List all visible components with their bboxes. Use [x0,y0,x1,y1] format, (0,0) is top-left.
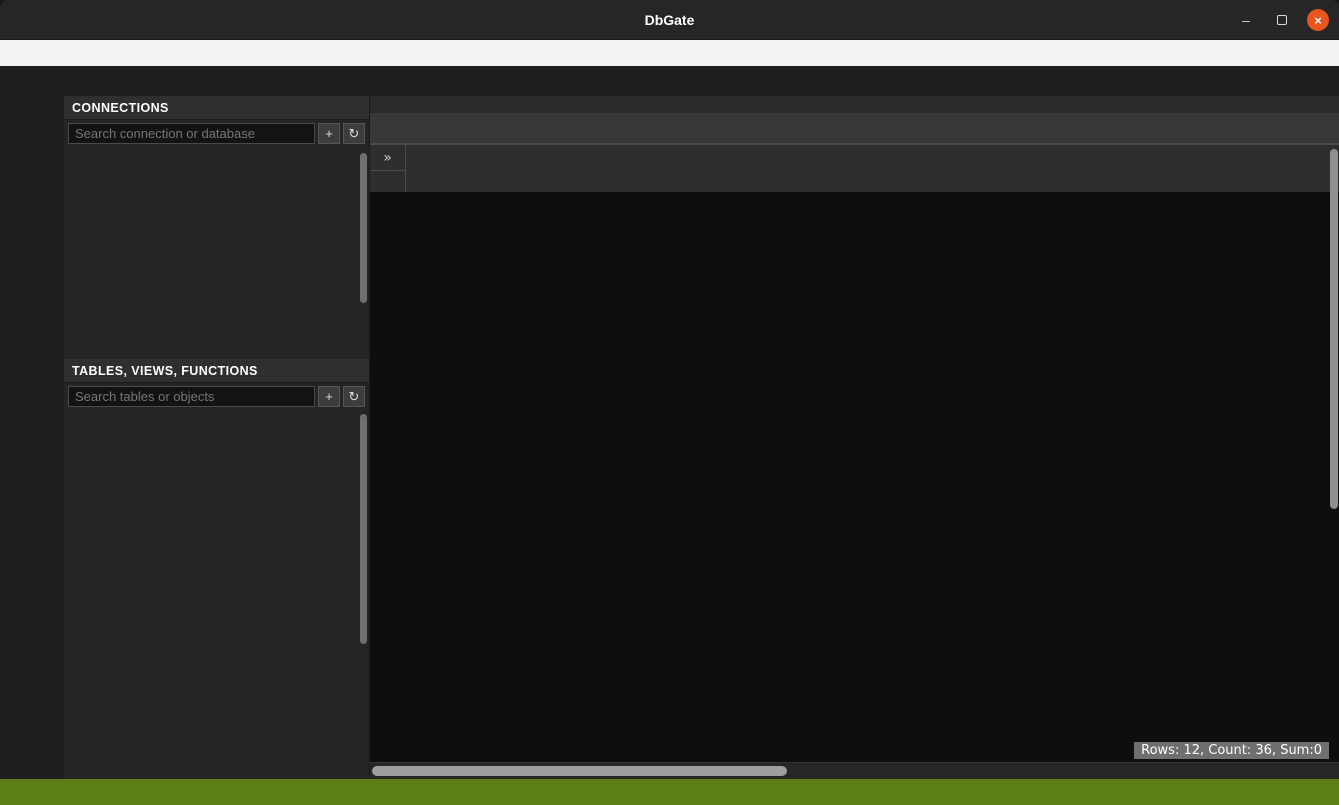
tables-list [64,410,369,779]
data-grid: » Rows: 12, Count: 36, Sum:0 [370,143,1339,779]
grid-corner-button[interactable]: » [370,145,406,171]
vertical-scrollbar[interactable] [1330,149,1338,509]
table-tab-strip [370,113,1339,143]
database-tab-strip [370,96,1339,113]
window-title: DbGate [645,12,695,28]
horizontal-scrollbar[interactable] [370,762,1339,779]
add-table-small-button[interactable]: + [318,386,340,407]
maximize-button[interactable] [1271,9,1293,31]
tables-scrollbar[interactable] [360,414,367,644]
toolbar [0,66,1339,96]
connections-scrollbar[interactable] [360,153,367,303]
left-panel: CONNECTIONS + ↻ TABLES, VIEWS, FUNCTIONS… [64,96,370,779]
connections-list [64,147,369,359]
connections-header: CONNECTIONS [64,96,369,120]
refresh-tables-button[interactable]: ↻ [343,386,365,407]
maximize-icon [1277,15,1287,25]
selection-summary: Rows: 12, Count: 36, Sum:0 [1134,742,1329,759]
add-connection-small-button[interactable]: + [318,123,340,144]
tables-search-input[interactable] [68,386,315,407]
left-icon-bar [0,96,64,779]
titlebar: DbGate – × [0,0,1339,40]
minimize-button[interactable]: – [1235,9,1257,31]
connections-search-input[interactable] [68,123,315,144]
dbgate-window: DbGate – × CONNECTIONS + ↻ TABLES, VIEWS… [0,0,1339,805]
menubar [0,40,1339,66]
refresh-connections-button[interactable]: ↻ [343,123,365,144]
close-button[interactable]: × [1307,9,1329,31]
tables-header: TABLES, VIEWS, FUNCTIONS [64,359,369,383]
statusbar [0,779,1339,805]
